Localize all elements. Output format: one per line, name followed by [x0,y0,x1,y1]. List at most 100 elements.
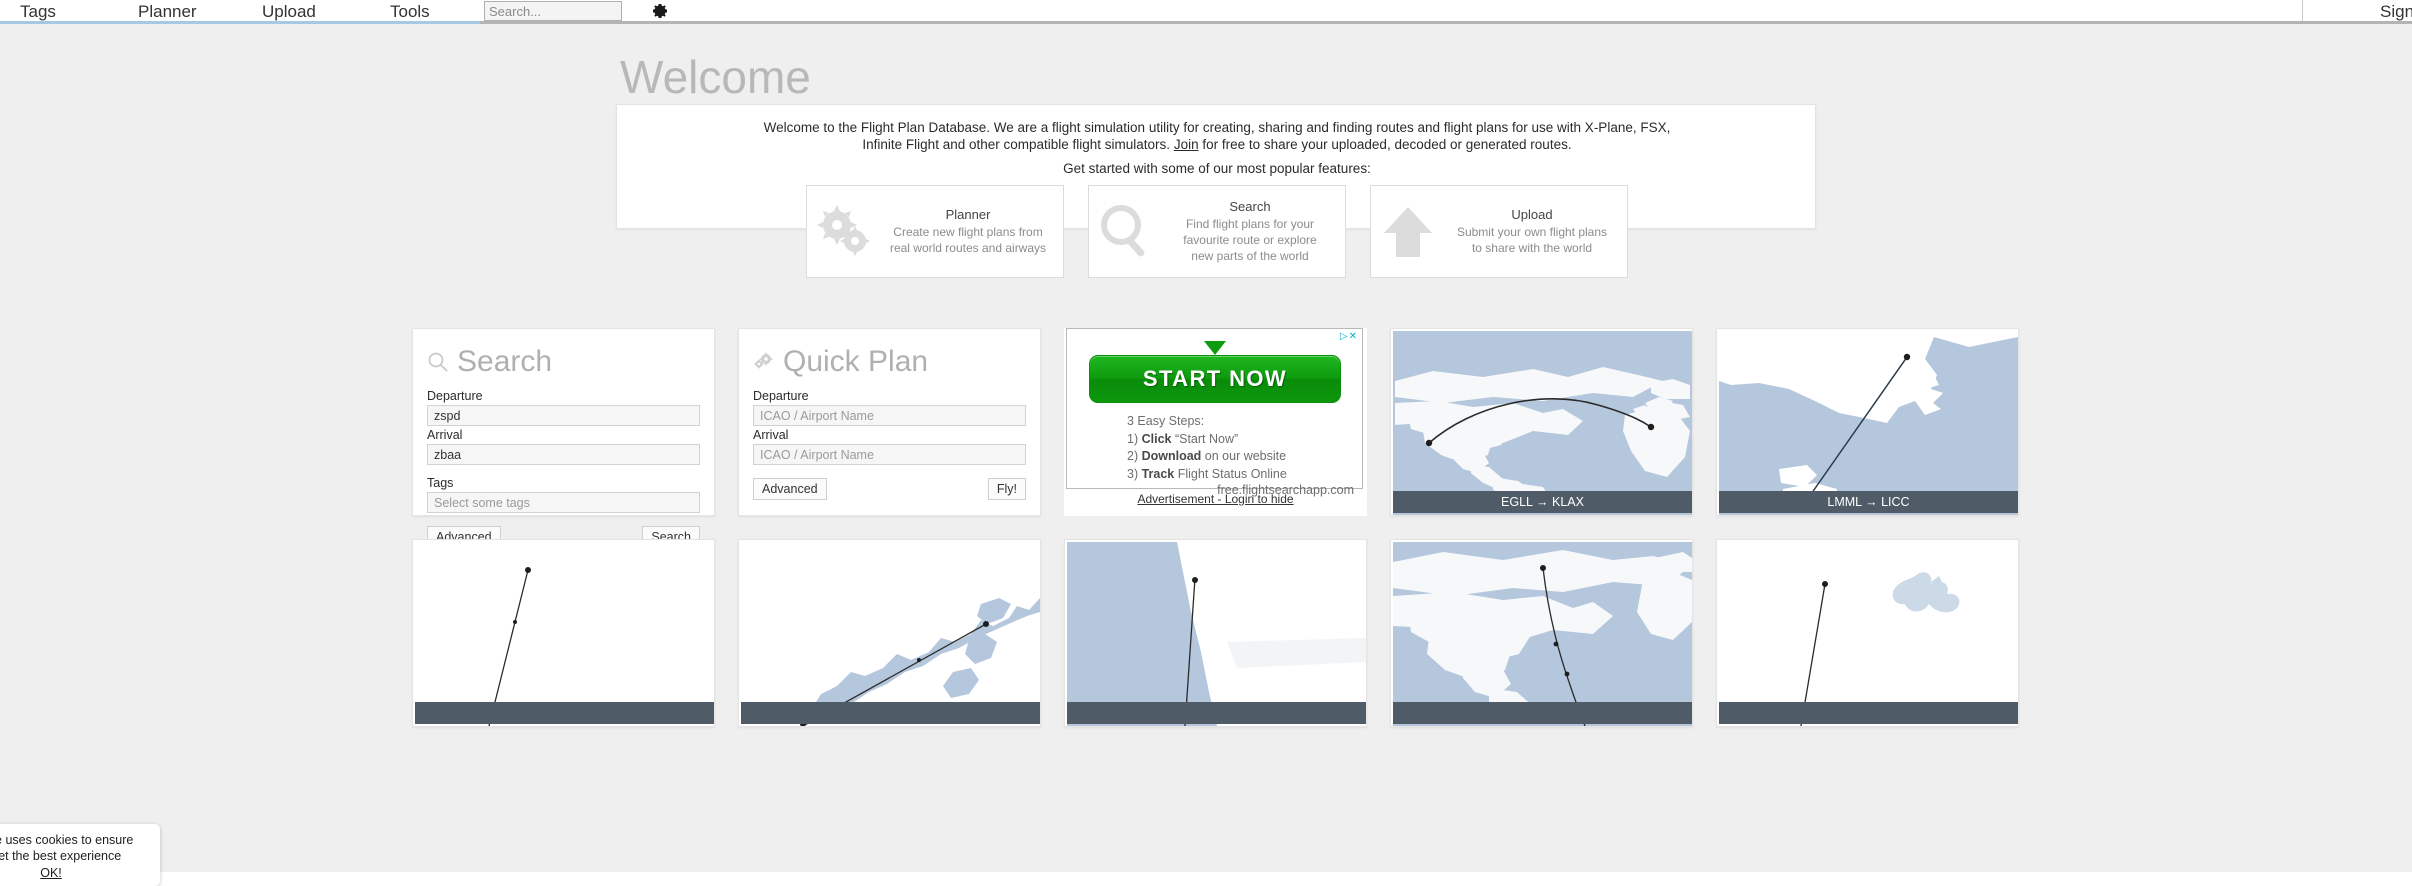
plan-card-egll-klax[interactable]: EGLL → KLAX [1390,328,1693,516]
quick-plan-card: Quick Plan Departure Arrival Advanced Fl… [738,328,1041,516]
feature-title-planner: Planner [945,207,991,222]
cookie-line-1: ebsite uses cookies to ensure [0,833,134,847]
plan-card-lmml-licc[interactable]: LMML → LICC [1716,328,2019,516]
feature-title-upload: Upload [1511,207,1553,222]
search-card-title: Search [457,345,553,378]
ad-step-1-num: 1) [1127,431,1142,446]
join-link[interactable]: Join [1174,137,1199,152]
gears-icon [807,195,881,269]
ad-steps-heading: 3 Easy Steps: [1127,414,1205,428]
quick-plan-departure-label: Departure [753,389,809,403]
feature-desc-search-l2: favourite route or explore [1183,233,1317,247]
plan-card-7[interactable] [1716,539,2019,727]
feature-desc-planner: Create new flight plans from real world … [881,224,1055,256]
advertisement-disclaimer: Advertisement - Login to hide [1064,492,1367,506]
nav-item-upload[interactable]: Upload [262,0,316,23]
feature-card-search[interactable]: Search Find flight plans for your favour… [1088,185,1346,278]
search-field-gap [427,465,700,474]
feature-text-planner: Planner Create new flight plans from rea… [881,207,1063,256]
feature-title-search: Search [1229,199,1271,214]
advertisement-login-hide-link[interactable]: Advertisement - Login to hide [1137,492,1293,506]
cookie-ok-button[interactable]: OK! [40,866,62,880]
welcome-line-2-pre: Infinite Flight and other compatible fli… [862,137,1174,152]
quick-plan-departure-input[interactable] [753,405,1026,426]
search-card: Search Departure Arrival Tags Advanced S… [412,328,715,548]
plan-card-label: LMML → LICC [1719,491,2018,513]
navbar-divider [2302,0,2303,21]
ad-step-3: 3) Track Flight Status Online [1127,466,1287,484]
navbar-active-underline [0,21,480,24]
ad-step-3-num: 3) [1127,466,1142,481]
welcome-panel: Welcome to the Flight Plan Database. We … [616,104,1817,278]
feature-text-search: Search Find flight plans for your favour… [1163,199,1345,264]
plan-card-3[interactable] [412,539,715,727]
feature-desc-search: Find flight plans for your favourite rou… [1163,216,1337,264]
plan-card-4[interactable] [738,539,1041,727]
search-departure-input[interactable] [427,405,700,426]
map-thumbnail [741,542,1040,726]
ad-step-2-rest: on our website [1201,449,1287,463]
start-now-button[interactable]: START NOW [1089,355,1341,403]
feature-desc-search-l1: Find flight plans for your [1185,217,1315,231]
feature-card-planner[interactable]: Planner Create new flight plans from rea… [806,185,1064,278]
feature-desc-planner-l2: real world routes and airways [889,241,1047,255]
feature-desc-search-l3: new parts of the world [1191,249,1309,263]
upload-arrow-icon [1371,195,1445,269]
nav-item-planner[interactable]: Planner [138,0,197,23]
advertisement-card: ▷✕ START NOW 3 Easy Steps: 1) Click “Sta… [1064,328,1367,516]
feature-desc-upload-l1: Submit your own flight plans [1456,225,1608,239]
quick-plan-card-header: Quick Plan [753,341,1026,383]
cookie-notice: ebsite uses cookies to ensure u get the … [0,824,160,886]
plan-card-label [1719,702,2018,724]
cards-grid: Search Departure Arrival Tags Advanced S… [412,328,2027,750]
plan-card-label: EGLL → KLAX [1393,491,1692,513]
map-thumbnail [1067,542,1366,726]
welcome-line-2-post: for free to share your uploaded, decoded… [1198,137,1572,152]
down-triangle-icon [1203,341,1226,355]
magnifier-icon [1089,195,1163,269]
top-navbar: Tags Planner Upload Tools Sign [0,0,2412,23]
search-tags-input[interactable] [427,492,700,513]
cards-grid-row-2 [412,539,2027,727]
search-arrival-label: Arrival [427,428,463,442]
cards-grid-row-1: Search Departure Arrival Tags Advanced S… [412,328,2027,548]
plan-card-5[interactable] [1064,539,1367,727]
page-title: Welcome [620,51,811,103]
magnifier-icon [427,351,449,373]
quick-plan-advanced-button[interactable]: Advanced [753,478,827,500]
ad-step-3-bold: Track [1141,466,1175,481]
feature-desc-upload-l2: to share with the world [1471,241,1593,255]
adchoices-icon[interactable]: ▷✕ [1340,331,1358,342]
search-tags-label: Tags [427,476,454,490]
quick-plan-card-buttons: Advanced Fly! [753,478,1026,500]
plan-card-label [741,702,1040,724]
map-thumbnail [1719,542,2018,726]
feature-desc-planner-l1: Create new flight plans from [893,225,1043,239]
navbar-search-wrapper [484,1,622,21]
feature-text-upload: Upload Submit your own flight plans to s… [1445,207,1627,256]
ad-step-3-rest: Flight Status Online [1174,466,1287,481]
welcome-paragraph: Welcome to the Flight Plan Database. We … [617,119,1817,153]
quick-plan-arrival-input[interactable] [753,444,1026,465]
ad-step-1-rest: “Start Now” [1171,431,1239,446]
ad-step-2: 2) Download on our website [1127,448,1287,466]
search-input[interactable] [484,1,622,21]
quick-plan-arrival-label: Arrival [753,428,789,442]
map-thumbnail [415,542,714,726]
gear-icon[interactable] [650,1,670,21]
search-arrival-input[interactable] [427,444,700,465]
plan-card-label [1393,702,1692,724]
quick-plan-fly-button[interactable]: Fly! [987,478,1026,500]
plan-card-6[interactable] [1390,539,1693,727]
advertisement-frame[interactable]: ▷✕ START NOW 3 Easy Steps: 1) Click “Sta… [1066,328,1363,497]
map-thumbnail [1393,542,1692,726]
plan-card-label [415,702,714,724]
nav-item-tools[interactable]: Tools [390,0,430,23]
sign-in-link[interactable]: Sign [2380,0,2412,23]
feature-cards-row: Planner Create new flight plans from rea… [617,185,1817,278]
plan-card-label [1067,702,1366,724]
ad-step-2-num: 2) [1127,449,1142,463]
feature-card-upload[interactable]: Upload Submit your own flight plans to s… [1370,185,1628,278]
nav-item-tags[interactable]: Tags [20,0,56,23]
search-departure-label: Departure [427,389,483,403]
